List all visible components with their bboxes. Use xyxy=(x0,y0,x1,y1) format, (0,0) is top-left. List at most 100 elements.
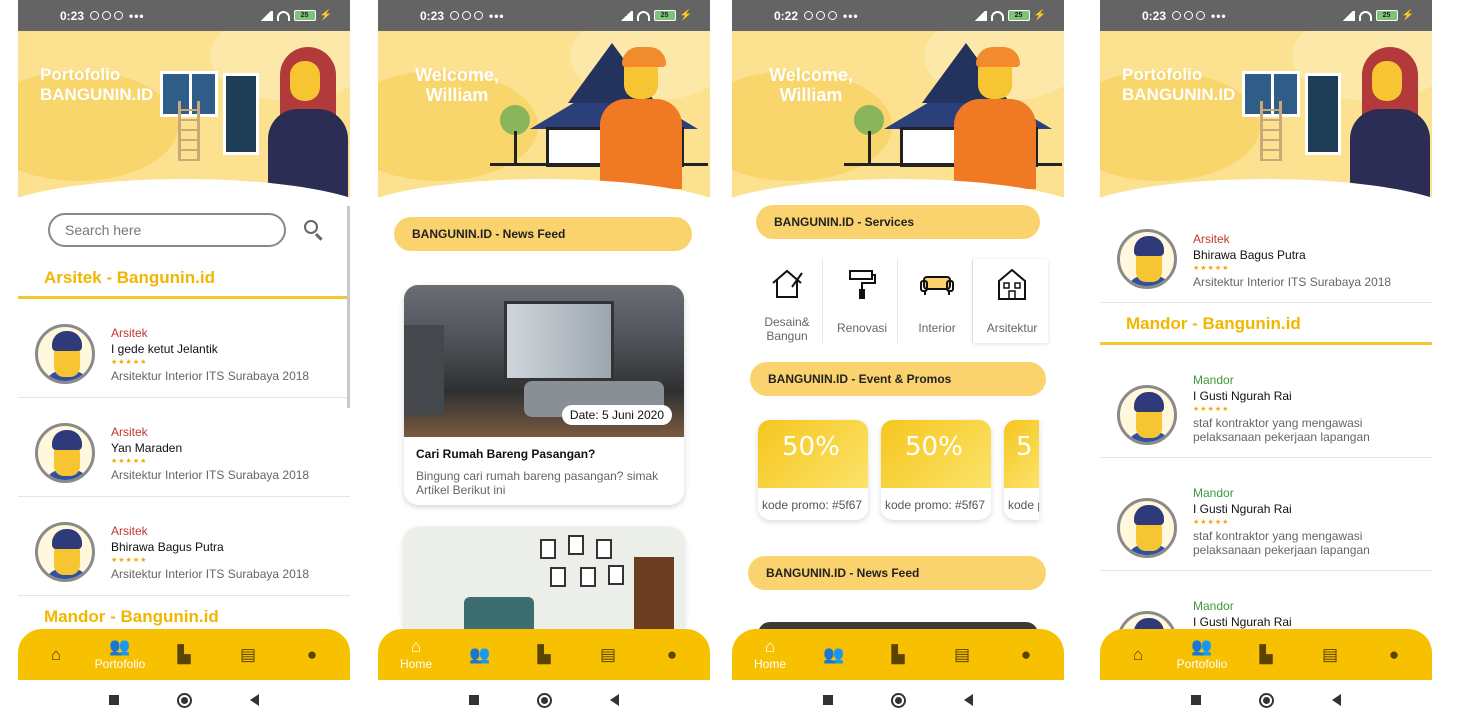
nav-profile[interactable]: ● xyxy=(1364,645,1424,664)
recents-icon[interactable] xyxy=(1191,695,1201,705)
house-design-icon xyxy=(772,269,803,298)
service-interior[interactable]: Interior xyxy=(898,259,974,343)
card-role: Arsitek xyxy=(111,524,148,538)
newsfeed-header: BANGUNIN.ID - News Feed xyxy=(394,217,692,251)
bottom-nav: ⌂ 👥 Portofolio ▙ ▤ ● xyxy=(1100,629,1432,680)
scrollbar[interactable] xyxy=(347,206,350,408)
back-icon[interactable] xyxy=(964,694,973,706)
home-button-icon[interactable] xyxy=(537,692,552,708)
nav-portofolio[interactable]: 👥 Portofolio xyxy=(90,638,150,672)
nav-portofolio[interactable]: 👥 Portofolio xyxy=(1172,638,1232,672)
notification-icon xyxy=(90,11,100,20)
service-arsitektur[interactable]: Arsitektur xyxy=(973,259,1048,343)
nav-label: Portofolio xyxy=(94,657,146,671)
system-nav xyxy=(378,680,710,720)
promo-image: 50% xyxy=(881,420,991,488)
nav-home[interactable]: ⌂ xyxy=(1108,645,1168,664)
home-icon: ⌂ xyxy=(50,644,62,664)
list-item[interactable]: Arsitek Bhirawa Bagus Putra ★★★★★ Arsite… xyxy=(1100,204,1432,303)
section-title-arsitek: Arsitek - Bangunin.id xyxy=(44,268,215,287)
nav-chat[interactable]: ▤ xyxy=(932,645,992,664)
promo-code: kode p xyxy=(1008,498,1039,512)
card-name: Yan Maraden xyxy=(111,441,183,455)
service-renovasi[interactable]: Renovasi xyxy=(823,259,899,343)
news-card[interactable] xyxy=(404,527,684,637)
notification-icon xyxy=(1172,11,1182,20)
status-bar: 0:23 ••• 25 ⚡ xyxy=(18,0,350,31)
signal-icon xyxy=(618,10,633,21)
notification-icon xyxy=(804,11,814,20)
rating-stars: ★★★★★ xyxy=(111,557,148,564)
news-card[interactable]: Date: 5 Juni 2020 Cari Rumah Bareng Pasa… xyxy=(404,285,684,505)
promo-card[interactable]: 50% kode promo: #5f67 xyxy=(758,420,868,520)
nav-projects[interactable]: ▙ xyxy=(154,645,214,664)
recents-icon[interactable] xyxy=(109,695,119,705)
nav-profile[interactable]: ● xyxy=(996,645,1056,664)
promo-card[interactable]: 50% kode promo: #5f67 xyxy=(881,420,991,520)
news-title: Cari Rumah Bareng Pasangan? xyxy=(416,447,596,461)
nav-projects[interactable]: ▙ xyxy=(514,645,574,664)
back-icon[interactable] xyxy=(250,694,259,706)
avatar xyxy=(35,324,95,384)
list-item[interactable]: Mandor I Gusti Ngurah Rai ★★★★★ staf kon… xyxy=(1100,345,1432,458)
nav-chat[interactable]: ▤ xyxy=(578,645,638,664)
list-item[interactable]: Arsitek I gede ketut Jelantik ★★★★★ Arsi… xyxy=(18,299,350,398)
card-name: Bhirawa Bagus Putra xyxy=(1193,248,1306,262)
bottom-nav: ⌂ Home 👥 ▙ ▤ ● xyxy=(732,629,1064,680)
search-icon[interactable] xyxy=(304,220,318,234)
home-button-icon[interactable] xyxy=(891,692,906,708)
promo-code: kode promo: #5f67 xyxy=(885,498,986,512)
header-banner: Portofolio BANGUNIN.ID xyxy=(18,31,350,206)
list-item[interactable]: Mandor I Gusti Ngurah Rai ★★★★★ staf kon… xyxy=(1100,458,1432,571)
back-icon[interactable] xyxy=(1332,694,1341,706)
card-desc: Arsitektur Interior ITS Surabaya 2018 xyxy=(1193,275,1392,289)
screen-portofolio-mandor: 0:23 ••• 25 ⚡ Portofolio BANGUNIN.ID Arsi… xyxy=(1100,0,1432,720)
header-title: Portofolio BANGUNIN.ID xyxy=(1122,65,1236,104)
recents-icon[interactable] xyxy=(823,695,833,705)
list-item[interactable]: Mandor I Gusti Ngurah Rai xyxy=(1100,571,1432,671)
home-button-icon[interactable] xyxy=(177,692,192,708)
status-bar: 0:23 ••• 25 ⚡ xyxy=(378,0,710,31)
back-icon[interactable] xyxy=(610,694,619,706)
recents-icon[interactable] xyxy=(469,695,479,705)
door-illustration xyxy=(223,73,259,155)
nav-home[interactable]: ⌂ xyxy=(26,644,86,664)
service-desain-bangun[interactable]: Desain& Bangun xyxy=(748,259,824,343)
nav-label: Home xyxy=(753,657,786,671)
more-notifications-icon: ••• xyxy=(1211,8,1227,23)
nav-home[interactable]: ⌂ Home xyxy=(740,638,800,672)
nav-chat[interactable]: ▤ xyxy=(1300,644,1360,664)
promo-card[interactable]: 5 kode p xyxy=(1004,420,1039,520)
home-button-icon[interactable] xyxy=(1259,692,1274,708)
nav-profile[interactable]: ● xyxy=(282,645,342,664)
instagram-icon xyxy=(462,11,472,20)
nav-profile[interactable]: ● xyxy=(642,645,702,664)
system-nav xyxy=(732,680,1064,720)
news-image xyxy=(404,527,684,637)
rating-stars: ★★★★★ xyxy=(1193,406,1230,413)
list-item[interactable]: Arsitek Bhirawa Bagus Putra ★★★★★ Arsite… xyxy=(18,497,350,596)
more-notifications-icon: ••• xyxy=(129,8,145,23)
avatar xyxy=(35,423,95,483)
screen-home-services: 0:22 ••• 25 ⚡ Welcome, William BANGUNIN.I… xyxy=(732,0,1064,720)
nav-home[interactable]: ⌂ Home xyxy=(386,637,446,672)
chat-icon: ▤ xyxy=(1321,644,1339,664)
charging-icon: ⚡ xyxy=(679,10,692,21)
notification-icon xyxy=(450,11,460,20)
nav-portofolio[interactable]: 👥 xyxy=(450,645,510,664)
nav-projects[interactable]: ▙ xyxy=(1236,645,1296,664)
instagram-icon xyxy=(1184,11,1194,20)
bottom-nav: ⌂ 👥 Portofolio ▙ ▤ ● xyxy=(18,629,350,680)
service-label: Desain& Bangun xyxy=(764,315,810,343)
rating-stars: ★★★★★ xyxy=(111,359,148,366)
card-role: Arsitek xyxy=(111,425,148,439)
welcome-text: Welcome, William xyxy=(415,65,499,105)
signal-icon xyxy=(972,10,987,21)
nav-portofolio[interactable]: 👥 xyxy=(804,645,864,664)
instagram-icon xyxy=(102,11,112,20)
nav-projects[interactable]: ▙ xyxy=(868,645,928,664)
list-item[interactable]: Arsitek Yan Maraden ★★★★★ Arsitektur Int… xyxy=(18,398,350,497)
search-input[interactable]: Search here xyxy=(48,213,286,247)
home-icon: ⌂ xyxy=(410,637,422,656)
nav-chat[interactable]: ▤ xyxy=(218,645,278,664)
